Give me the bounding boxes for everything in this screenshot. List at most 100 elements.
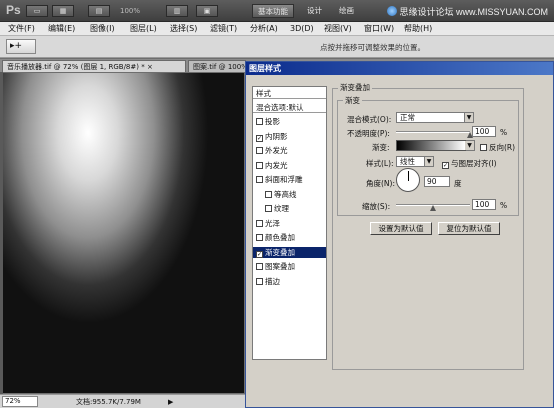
style-item-label: 内阴影 [265,131,288,141]
style-item-color-overlay[interactable]: 颜色叠加 [253,232,326,243]
style-item-texture[interactable]: 纹理 [253,203,326,214]
blending-options-item[interactable]: 混合选项:默认 [253,102,326,113]
style-checkbox-icon[interactable] [265,190,272,198]
doc-tab-pattern[interactable]: 图案.tif @ 100% ( [188,60,246,72]
workspace-tab-essentials[interactable]: 基本功能 [252,4,294,18]
outer-group-title: 渐变叠加 [338,82,372,93]
opacity-label: 不透明度(P): [347,129,390,138]
style-checkbox-icon[interactable] [256,147,263,154]
minibridge-button[interactable]: ▦ [52,5,74,17]
style-item-label: 外发光 [265,146,288,155]
reverse-check-icon [480,144,487,151]
style-checkbox-icon[interactable]: ✓ [256,134,263,142]
style-item-label: 内发光 [265,160,288,170]
style-item-label: 纹理 [274,204,289,213]
status-zoom-field[interactable]: 72% [2,396,38,407]
zoom-level-dropdown[interactable]: 100% [120,5,156,17]
style-item-pattern-overlay[interactable]: 图案叠加 [253,261,326,272]
menu-3d[interactable]: 3D(D) [290,23,314,35]
scale-percent: % [500,201,508,210]
gradient-dropdown[interactable]: ▼ [465,140,475,151]
menu-window[interactable]: 窗口(W) [364,23,394,35]
status-menu-arrow-icon[interactable]: ▶ [168,396,173,408]
menu-edit[interactable]: 编辑(E) [48,23,75,35]
document-canvas[interactable] [3,73,244,393]
reset-to-default-button[interactable]: 复位为默认值 [438,222,500,235]
inner-group-title: 渐变 [343,95,362,106]
close-tab-icon[interactable]: × [147,63,153,71]
style-item-satin[interactable]: 光泽 [253,218,326,229]
scale-input[interactable]: 100 [472,199,496,210]
opacity-slider[interactable] [396,131,470,133]
align-with-layer-checkbox[interactable]: ✓ 与图层对齐(I) [442,158,497,169]
style-checkbox-icon[interactable] [256,219,263,227]
workspace-tab-painting[interactable]: 绘画 [334,4,359,18]
options-hint-text: 点按并拖移可调整效果的位置。 [320,43,425,52]
doc-tab-music-player[interactable]: 音乐播放器.tif @ 72% (图层 1, RGB/8#) * × [2,60,186,72]
chevron-down-icon: ▼ [464,113,473,122]
bridge-button[interactable]: ▭ [26,5,48,17]
app-title-bar: Ps ▭ ▦ ▤ 100% ▥ ▣ 基本功能 设计 绘画 思缘设计论坛 www.… [0,0,554,22]
style-item-label: 投影 [265,117,280,126]
style-checkbox-icon[interactable] [256,118,263,125]
workspace-tab-design[interactable]: 设计 [302,4,327,18]
menu-analysis[interactable]: 分析(A) [250,23,278,35]
scale-label: 缩放(S): [362,202,391,211]
angle-input[interactable]: 90 [424,176,450,187]
scale-slider-thumb[interactable] [430,205,436,211]
menu-select[interactable]: 选择(S) [170,23,197,35]
angle-label: 角度(N): [366,179,395,188]
style-checkbox-icon[interactable] [265,205,272,212]
style-item-inner-shadow[interactable]: ✓ 内阴影 [253,131,326,142]
screen-mode-button[interactable]: ▣ [196,5,218,17]
move-tool-preset-icon[interactable]: ▸+ [6,39,36,54]
menu-file[interactable]: 文件(F) [8,23,35,35]
gradient-overlay-settings: 渐变叠加 渐变 混合模式(O): 正常 ▼ 不透明度(P): 100 % 渐变: … [332,82,524,370]
style-checkbox-icon[interactable]: ✓ [256,250,263,258]
style-checkbox-icon[interactable] [256,277,263,285]
gradient-picker[interactable] [396,140,466,151]
style-item-label: 等高线 [274,189,297,199]
style-checkbox-icon[interactable] [256,234,263,241]
align-check-icon: ✓ [442,162,449,169]
style-checkbox-icon[interactable] [256,176,263,183]
angle-dial-hand [408,171,409,181]
tool-options-bar: ▸+ 点按并拖移可调整效果的位置。 [0,36,554,58]
chevron-down-icon: ▼ [465,141,474,150]
opacity-input[interactable]: 100 [472,126,496,137]
style-checkbox-icon[interactable] [256,161,263,169]
reverse-checkbox[interactable]: 反向(R) [480,142,515,153]
dialog-title: 图层样式 [246,62,553,75]
watermark-globe-icon [387,6,398,16]
make-default-button[interactable]: 设置为默认值 [370,222,432,235]
styles-header[interactable]: 样式 [253,88,326,99]
gradient-label: 渐变: [372,143,390,152]
angle-dial[interactable] [396,168,420,192]
style-item-stroke[interactable]: 描边 [253,276,326,287]
menu-filter[interactable]: 滤镜(T) [210,23,237,35]
menu-image[interactable]: 图像(I) [90,23,115,35]
arrange-documents-button[interactable]: ▥ [166,5,188,17]
style-item-gradient-overlay[interactable]: ✓ 渐变叠加 [253,246,326,258]
style-checkbox-icon[interactable] [256,263,263,270]
style-item-label: 图案叠加 [265,262,295,271]
chevron-down-icon: ▼ [424,157,433,166]
style-item-label: 光泽 [265,218,280,228]
menu-bar: 文件(F) 编辑(E) 图像(I) 图层(L) 选择(S) 滤镜(T) 分析(A… [0,22,554,36]
style-item-label: 颜色叠加 [265,233,295,242]
menu-view[interactable]: 视图(V) [324,23,352,35]
gradient-style-select[interactable]: 线性 ▼ [396,156,434,167]
style-item-outer-glow[interactable]: 外发光 [253,145,326,156]
style-item-inner-glow[interactable]: 内发光 [253,160,326,171]
menu-layer[interactable]: 图层(L) [130,23,157,35]
style-item-label: 描边 [265,276,280,286]
style-item-contour[interactable]: 等高线 [253,189,326,200]
menu-help[interactable]: 帮助(H) [404,23,432,35]
blend-mode-select[interactable]: 正常 ▼ [396,112,474,123]
style-item-drop-shadow[interactable]: 投影 [253,116,326,127]
photoshop-logo: Ps [6,3,21,17]
site-watermark: 思缘设计论坛 www.MISSYUAN.COM [387,5,548,18]
view-extras-button[interactable]: ▤ [88,5,110,17]
style-item-bevel-emboss[interactable]: 斜面和浮雕 [253,174,326,185]
document-size-info: 文档:955.7K/7.79M [76,398,141,406]
